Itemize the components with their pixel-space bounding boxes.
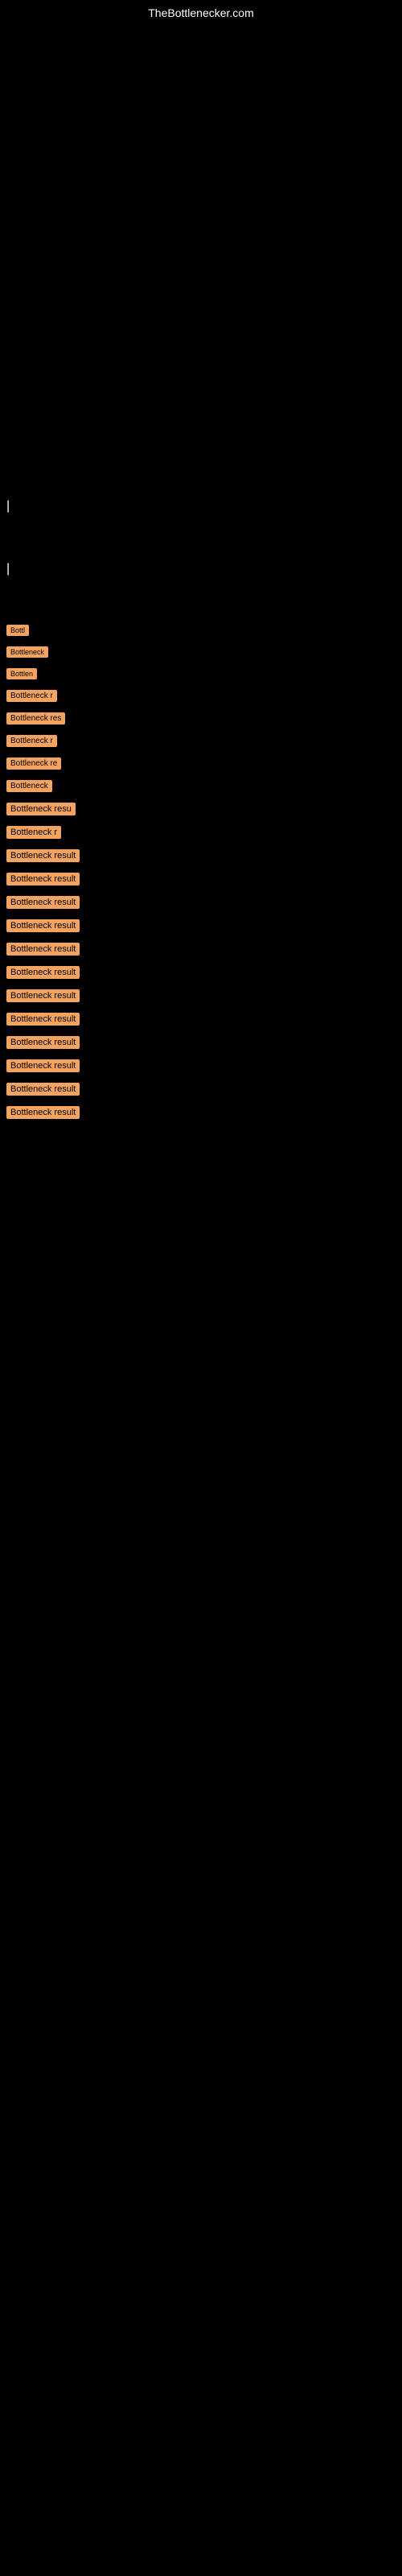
- bottleneck-badge[interactable]: Bottleneck result: [6, 943, 80, 956]
- bottleneck-item: Bottleneck result: [6, 919, 402, 936]
- bottleneck-item: Bottleneck result: [6, 1083, 402, 1100]
- bottleneck-item: Bottleneck result: [6, 989, 402, 1006]
- bottleneck-item: Bottleneck result: [6, 1059, 402, 1076]
- bottleneck-badge[interactable]: Bottleneck r: [6, 735, 57, 747]
- bottleneck-item: Bottleneck result: [6, 896, 402, 913]
- bottleneck-badge[interactable]: Bottleneck re: [6, 758, 61, 770]
- bottleneck-item: Bottl: [6, 625, 402, 640]
- bottleneck-item: Bottleneck resu: [6, 803, 402, 819]
- bottleneck-item: Bottleneck result: [6, 873, 402, 890]
- bottleneck-item: Bottleneck result: [6, 1013, 402, 1030]
- bottleneck-item: Bottleneck: [6, 780, 402, 796]
- bottleneck-item: Bottleneck r: [6, 690, 402, 706]
- bottleneck-item: Bottleneck: [6, 646, 402, 662]
- bottleneck-badge[interactable]: Bottleneck r: [6, 826, 61, 839]
- bottleneck-badge[interactable]: Bottleneck result: [6, 966, 80, 979]
- bottleneck-badge[interactable]: Bottleneck result: [6, 1083, 80, 1096]
- bottleneck-item: Bottleneck result: [6, 1036, 402, 1053]
- cursor-line-1: |: [6, 499, 402, 514]
- bottleneck-badge[interactable]: Bottleneck result: [6, 849, 80, 862]
- bottleneck-item: Bottleneck r: [6, 826, 402, 843]
- bottleneck-badge[interactable]: Bottleneck result: [6, 873, 80, 886]
- cursor-line-2: |: [6, 562, 402, 576]
- bottleneck-badge[interactable]: Bottleneck resu: [6, 803, 76, 815]
- bottleneck-badge[interactable]: Bottleneck result: [6, 1059, 80, 1072]
- site-title: TheBottlenecker.com: [148, 6, 254, 19]
- bottleneck-item: Bottleneck result: [6, 1106, 402, 1123]
- bottleneck-item: Bottleneck re: [6, 758, 402, 774]
- bottleneck-item: Bottleneck res: [6, 712, 402, 729]
- bottleneck-results-list: Bottl Bottleneck Bottlen Bottleneck r Bottle…: [6, 625, 402, 1129]
- bottleneck-badge[interactable]: Bottleneck result: [6, 1036, 80, 1049]
- bottleneck-badge[interactable]: Bottleneck: [6, 780, 52, 792]
- bottleneck-badge[interactable]: Bottleneck result: [6, 1106, 80, 1119]
- bottleneck-item: Bottleneck result: [6, 966, 402, 983]
- bottleneck-badge[interactable]: Bottleneck result: [6, 1013, 80, 1026]
- bottleneck-badge[interactable]: Bottleneck result: [6, 919, 80, 932]
- bottleneck-badge[interactable]: Bottl: [6, 625, 29, 636]
- bottleneck-badge[interactable]: Bottlen: [6, 668, 37, 679]
- bottleneck-badge[interactable]: Bottleneck result: [6, 989, 80, 1002]
- bottleneck-badge[interactable]: Bottleneck res: [6, 712, 65, 724]
- bottleneck-badge[interactable]: Bottleneck: [6, 646, 48, 658]
- bottleneck-item: Bottleneck result: [6, 943, 402, 960]
- bottleneck-badge[interactable]: Bottleneck result: [6, 896, 80, 909]
- bottleneck-item: Bottlen: [6, 668, 402, 683]
- bottleneck-badge[interactable]: Bottleneck r: [6, 690, 57, 702]
- bottleneck-item: Bottleneck result: [6, 849, 402, 866]
- bottleneck-item: Bottleneck r: [6, 735, 402, 751]
